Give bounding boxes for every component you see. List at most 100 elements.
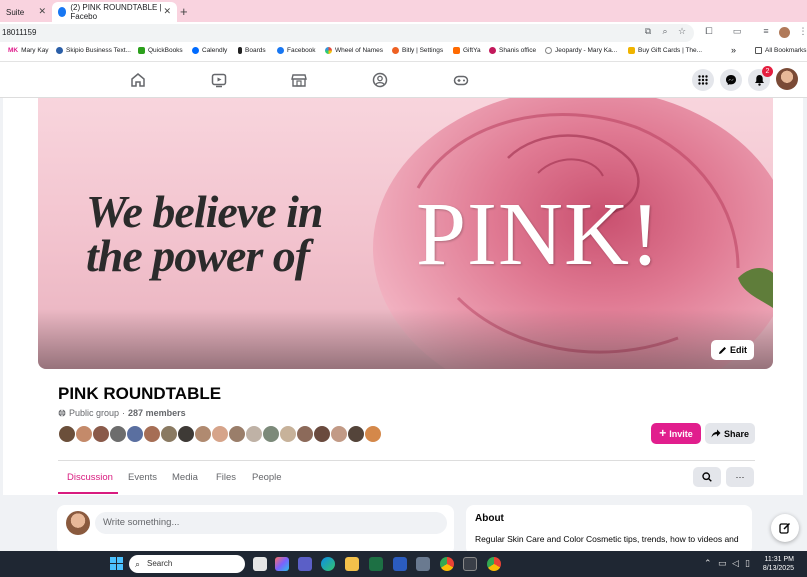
network-icon[interactable]: ▭	[718, 558, 727, 569]
more-options-button[interactable]: ···	[726, 467, 754, 487]
member-avatar[interactable]	[347, 425, 365, 443]
bookmark-boards[interactable]: Boards	[238, 47, 266, 54]
member-avatar[interactable]	[245, 425, 263, 443]
member-avatar[interactable]	[143, 425, 161, 443]
browser-tab[interactable]: Suite ✕	[0, 2, 52, 22]
member-avatar[interactable]	[330, 425, 348, 443]
member-avatar[interactable]	[177, 425, 195, 443]
member-avatar[interactable]	[228, 425, 246, 443]
more-bookmarks-button[interactable]: »	[731, 45, 736, 55]
word-icon[interactable]	[393, 557, 407, 571]
excel-icon[interactable]	[369, 557, 383, 571]
all-bookmarks[interactable]: All Bookmarks	[755, 47, 807, 54]
member-avatar[interactable]	[109, 425, 127, 443]
new-message-button[interactable]	[771, 514, 799, 542]
watch-icon[interactable]	[211, 72, 227, 88]
member-avatar[interactable]	[58, 425, 76, 443]
search-group-button[interactable]	[693, 467, 721, 487]
bookmark-jeopardy[interactable]: Jeopardy - Mary Ka...	[545, 47, 617, 54]
member-avatar[interactable]	[160, 425, 178, 443]
member-avatar[interactable]	[211, 425, 229, 443]
composer-avatar[interactable]	[66, 511, 90, 535]
bookmark-label: Wheel of Names	[335, 47, 384, 54]
tab-people[interactable]: People	[252, 472, 282, 483]
browser-menu-icon[interactable]: ⋮	[797, 26, 807, 37]
account-avatar[interactable]	[776, 68, 798, 90]
bookmark-shanis-office[interactable]: Shanis office	[489, 47, 536, 54]
bookmark-bitly[interactable]: Bitly | Settings	[392, 47, 443, 54]
taskbar-clock[interactable]: 11:31 PM 8/13/2025	[760, 555, 794, 573]
copilot-icon[interactable]	[275, 557, 289, 571]
edge-icon[interactable]	[321, 557, 335, 571]
group-privacy[interactable]: Public group	[69, 408, 119, 418]
tab-files[interactable]: Files	[216, 472, 236, 483]
bookmark-giftya[interactable]: GiftYa	[453, 47, 481, 54]
bookmark-skipio[interactable]: Skipio Business Text...	[56, 47, 131, 54]
bookmark-facebook[interactable]: Facebook	[277, 47, 316, 54]
share-button[interactable]: Share	[705, 423, 755, 444]
chrome-profile-icon[interactable]	[487, 557, 501, 571]
member-avatar[interactable]	[126, 425, 144, 443]
globe-icon	[545, 47, 552, 54]
member-avatar[interactable]	[313, 425, 331, 443]
volume-icon[interactable]: ◁	[732, 558, 739, 569]
about-title: About	[475, 513, 504, 524]
teams-icon[interactable]	[298, 557, 312, 571]
gaming-icon[interactable]	[453, 72, 469, 88]
zoom-icon[interactable]: ⌕	[659, 26, 671, 37]
task-view-icon[interactable]	[253, 557, 267, 571]
tab-discussion[interactable]: Discussion	[67, 472, 113, 483]
file-explorer-icon[interactable]	[345, 557, 359, 571]
gift-card-icon	[628, 47, 635, 54]
mary-kay-logo-icon: MK	[8, 47, 19, 54]
bookmark-label: Bitly | Settings	[402, 47, 444, 54]
tab-events[interactable]: Events	[128, 472, 157, 483]
marketplace-icon[interactable]	[291, 72, 307, 88]
member-avatar[interactable]	[75, 425, 93, 443]
groups-icon[interactable]	[372, 72, 388, 88]
invite-button[interactable]: + Invite	[651, 423, 701, 444]
home-icon[interactable]	[130, 72, 146, 88]
chrome-icon[interactable]	[440, 557, 454, 571]
edit-cover-button[interactable]: Edit	[711, 340, 754, 360]
bookmark-label: QuickBooks	[148, 47, 183, 54]
taskbar-search-label: Search	[147, 559, 173, 568]
bookmark-star-icon[interactable]: ☆	[676, 26, 688, 37]
bookmark-calendly[interactable]: Calendly	[192, 47, 227, 54]
member-avatar[interactable]	[262, 425, 280, 443]
close-tab-icon[interactable]: ✕	[38, 6, 46, 17]
screen-app-icon[interactable]	[463, 557, 477, 571]
quickbooks-icon	[138, 47, 145, 54]
windows-start-button[interactable]	[110, 557, 124, 571]
calculator-icon[interactable]	[416, 557, 430, 571]
member-avatar[interactable]	[296, 425, 314, 443]
battery-icon[interactable]: ▯	[745, 558, 750, 569]
install-app-icon[interactable]: ⧉	[642, 26, 654, 37]
menu-grid-button[interactable]	[692, 69, 714, 91]
group-meta: Public group · 287 members	[58, 408, 186, 418]
bookmark-quickbooks[interactable]: QuickBooks	[138, 47, 183, 54]
new-tab-button[interactable]: +	[180, 4, 188, 19]
member-count[interactable]: 287 members	[128, 408, 186, 418]
profile-avatar-icon[interactable]	[779, 27, 790, 38]
close-tab-icon[interactable]: ✕	[163, 6, 171, 17]
sidebar-icon[interactable]: ▭	[731, 26, 743, 37]
member-avatar[interactable]	[364, 425, 382, 443]
tab-media[interactable]: Media	[172, 472, 198, 483]
member-avatar[interactable]	[194, 425, 212, 443]
bookmark-mary-kay[interactable]: MK Mary Kay	[8, 47, 49, 54]
bookmark-buy-gift-cards[interactable]: Buy Gift Cards | The...	[628, 47, 702, 54]
member-avatar[interactable]	[279, 425, 297, 443]
address-bar[interactable]: 18011159	[0, 24, 694, 42]
media-control-icon[interactable]: ≡	[760, 26, 772, 36]
show-hidden-icons-icon[interactable]: ⌃	[704, 558, 712, 569]
write-something-input[interactable]: Write something...	[95, 512, 447, 534]
member-avatar[interactable]	[92, 425, 110, 443]
group-name[interactable]: PINK ROUNDTABLE	[58, 384, 221, 404]
taskbar-search[interactable]: ⌕ Search	[129, 555, 245, 573]
extensions-icon[interactable]: ⧠	[703, 26, 715, 37]
messenger-button[interactable]	[720, 69, 742, 91]
bookmark-wheel-of-names[interactable]: Wheel of Names	[325, 47, 383, 54]
browser-tab-active[interactable]: (2) PINK ROUNDTABLE | Facebo ✕	[52, 2, 177, 22]
main-content: We believe in the power of PINK! Edit PI…	[0, 98, 807, 555]
